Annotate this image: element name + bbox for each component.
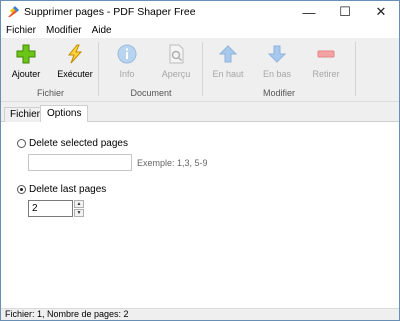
delete-last-label: Delete last pages	[29, 184, 107, 195]
ribbon: Ajouter Exécuter Fichier Info Aperçu Doc…	[1, 38, 399, 102]
delete-last-radio[interactable]	[17, 185, 26, 194]
execute-label: Exécuter	[57, 69, 93, 79]
arrow-up-icon	[218, 45, 238, 63]
pages-input[interactable]	[28, 154, 132, 171]
execute-button[interactable]: Exécuter	[53, 40, 97, 84]
menu-bar: Fichier Modifier Aide	[1, 23, 399, 38]
tab-strip: Fichier Options	[1, 102, 399, 123]
preview-icon	[169, 44, 184, 64]
window-title: Supprimer pages - PDF Shaper Free	[24, 6, 196, 18]
add-label: Ajouter	[11, 69, 41, 79]
info-button[interactable]: Info	[105, 40, 149, 84]
info-label: Info	[119, 69, 135, 79]
menu-modifier[interactable]: Modifier	[41, 23, 87, 38]
menu-aide[interactable]: Aide	[87, 23, 117, 38]
arrow-down-icon	[267, 45, 287, 63]
info-icon	[117, 44, 137, 64]
pages-hint: Exemple: 1,3, 5-9	[137, 158, 208, 168]
maximize-button[interactable]: ☐	[327, 1, 363, 23]
stepper-down-button[interactable]: ▼	[74, 209, 84, 217]
ribbon-separator	[202, 42, 203, 96]
app-icon	[8, 6, 19, 17]
group-fichier-label: Fichier	[36, 88, 64, 98]
delete-last-option[interactable]: Delete last pages	[17, 184, 106, 195]
status-bar: Fichier: 1, Nombre de pages: 2	[1, 308, 399, 320]
minimize-button[interactable]: —	[291, 1, 327, 23]
tab-options[interactable]: Options	[40, 105, 89, 123]
add-button[interactable]: Ajouter	[4, 40, 48, 84]
group-modifier-label: Modifier	[262, 88, 295, 98]
options-panel: Delete selected pages Exemple: 1,3, 5-9 …	[1, 122, 399, 308]
minus-icon	[317, 50, 335, 58]
last-pages-field[interactable]: 2	[28, 200, 73, 217]
remove-button[interactable]: Retirer	[304, 40, 348, 84]
lightning-icon	[67, 44, 83, 64]
delete-selected-radio[interactable]	[17, 139, 26, 148]
move-up-button[interactable]: En haut	[206, 40, 250, 84]
delete-selected-option[interactable]: Delete selected pages	[17, 138, 128, 149]
move-down-label: En bas	[262, 69, 292, 79]
menu-fichier[interactable]: Fichier	[1, 23, 41, 38]
delete-selected-label: Delete selected pages	[29, 138, 128, 149]
ribbon-separator	[355, 42, 356, 96]
plus-icon	[16, 44, 36, 64]
app-window: Supprimer pages - PDF Shaper Free — ☐ ✕ …	[0, 0, 400, 321]
stepper-up-button[interactable]: ▲	[74, 200, 84, 208]
close-button[interactable]: ✕	[363, 1, 399, 23]
title-bar: Supprimer pages - PDF Shaper Free — ☐ ✕	[1, 1, 399, 23]
group-document-label: Document	[130, 88, 172, 98]
preview-button[interactable]: Aperçu	[154, 40, 198, 84]
ribbon-separator	[98, 42, 99, 96]
move-up-label: En haut	[212, 69, 244, 79]
last-pages-stepper[interactable]: 2 ▲ ▼	[28, 200, 84, 217]
remove-label: Retirer	[312, 69, 340, 79]
move-down-button[interactable]: En bas	[255, 40, 299, 84]
preview-label: Aperçu	[161, 69, 191, 79]
